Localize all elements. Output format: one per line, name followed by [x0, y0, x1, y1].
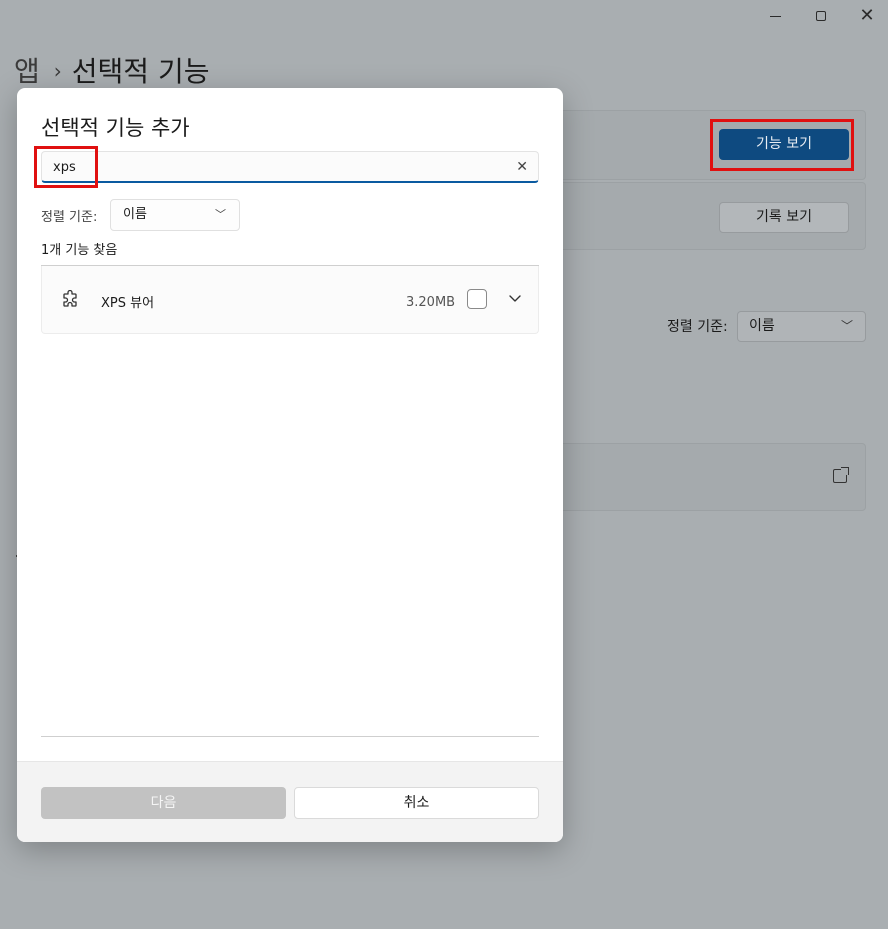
breadcrumb-parent-apps[interactable]: 앱	[14, 55, 40, 88]
feature-checkbox[interactable]	[467, 289, 487, 309]
search-box: ✕	[41, 151, 539, 183]
feature-name: XPS 뷰어	[101, 296, 155, 311]
view-history-button[interactable]: 기록 보기	[719, 202, 849, 233]
search-highlight-box	[34, 146, 98, 188]
more-features-card	[556, 443, 866, 511]
chevron-down-icon[interactable]	[507, 290, 523, 306]
feature-size: 3.20MB	[406, 295, 456, 310]
search-input[interactable]	[42, 152, 502, 182]
next-button[interactable]: 다음	[41, 787, 286, 819]
background-sort-value: 이름	[749, 318, 775, 334]
list-divider	[41, 736, 539, 737]
list-item[interactable]: XPS 뷰어 3.20MB	[41, 266, 539, 334]
cancel-button[interactable]: 취소	[294, 787, 539, 819]
add-optional-feature-dialog: 선택적 기능 추가 ✕ 정렬 기준: 이름 ﹀ 1개 기능 찾음 XPS 뷰어 …	[17, 88, 563, 842]
maximize-button[interactable]	[809, 4, 833, 28]
open-external-icon[interactable]	[833, 467, 849, 483]
close-icon: ✕	[859, 5, 875, 26]
sort-label: 정렬 기준:	[41, 210, 98, 225]
results-count: 1개 기능 찾음	[41, 243, 118, 258]
puzzle-icon	[63, 290, 77, 307]
minimize-button[interactable]	[763, 4, 787, 28]
clear-search-icon[interactable]: ✕	[516, 157, 528, 177]
minimize-icon	[769, 15, 781, 17]
sort-value: 이름	[123, 207, 147, 222]
background-sort-dropdown[interactable]: 이름 ﹀	[737, 311, 866, 342]
dialog-title: 선택적 기능 추가	[41, 116, 190, 140]
maximize-icon	[816, 11, 826, 21]
chevron-down-icon: ﹀	[840, 319, 853, 333]
page-title: 선택적 기능	[71, 55, 210, 88]
dialog-footer: 다음 취소	[17, 761, 563, 842]
red-highlight-box	[710, 119, 854, 171]
chevron-down-icon: ﹀	[215, 208, 226, 221]
breadcrumb: 앱 › 선택적 기능	[14, 50, 209, 90]
close-window-button[interactable]: ✕	[855, 4, 879, 28]
sort-dropdown[interactable]: 이름 ﹀	[110, 199, 240, 231]
breadcrumb-chevron-icon: ›	[53, 59, 62, 83]
background-sort-label: 정렬 기준:	[667, 319, 728, 335]
